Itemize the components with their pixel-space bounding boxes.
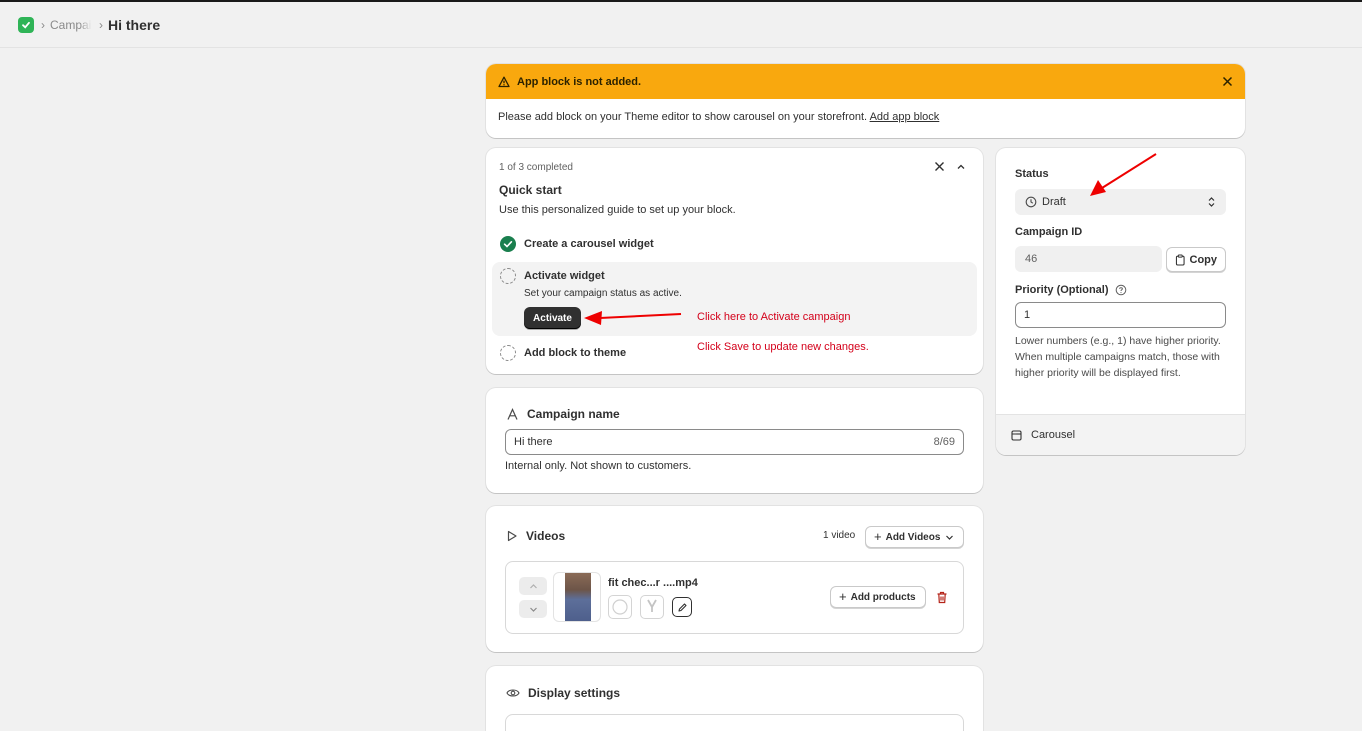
chevron-right-icon: ›	[99, 17, 103, 32]
banner-body: Please add block on your Theme editor to…	[486, 99, 1245, 135]
pending-circle-icon	[500, 345, 516, 361]
carousel-layout-icon	[1011, 429, 1022, 441]
status-sidebar-card: Status Draft Campaign ID 46 Copy Priorit…	[996, 148, 1245, 455]
page-title: Hi there	[108, 16, 161, 33]
priority-help: Lower numbers (e.g., 1) have higher prio…	[1015, 335, 1221, 379]
app-block-banner: App block is not added. Please add block…	[486, 64, 1245, 138]
step-activate-widget[interactable]: Activate widget	[500, 268, 605, 284]
video-count: 1 video	[823, 530, 856, 541]
videos-card: Videos 1 video + Add Videos fit chec...r…	[486, 506, 983, 652]
plus-icon: +	[874, 529, 882, 544]
activate-button[interactable]: Activate	[524, 307, 581, 329]
video-thumbnail[interactable]	[553, 572, 601, 622]
delete-trash-icon[interactable]	[936, 591, 948, 604]
play-icon	[507, 530, 517, 542]
quick-start-description: Use this personalized guide to set up yo…	[499, 204, 736, 216]
step-create-widget[interactable]: Create a carousel widget	[500, 236, 654, 252]
display-settings-panel	[505, 714, 964, 731]
add-products-label: Add products	[850, 591, 916, 603]
priority-input[interactable]: 1	[1015, 302, 1226, 328]
carousel-label: Carousel	[1031, 429, 1076, 441]
chevron-right-icon: ›	[41, 17, 45, 32]
campaign-name-help: Internal only. Not shown to customers.	[505, 460, 692, 472]
step-add-block[interactable]: Add block to theme	[500, 345, 626, 361]
copy-label: Copy	[1189, 253, 1218, 266]
add-videos-label: Add Videos	[885, 531, 941, 543]
status-value: Draft	[1042, 196, 1066, 208]
breadcrumb-parent[interactable]: Campaigns	[50, 18, 92, 32]
display-settings-header: Display settings	[506, 686, 620, 700]
banner-header: App block is not added.	[486, 64, 1245, 99]
priority-label: Priority (Optional)	[1015, 284, 1109, 296]
chevron-down-icon	[529, 607, 537, 612]
display-settings-label: Display settings	[528, 686, 621, 700]
status-label: Status	[1015, 168, 1049, 180]
close-icon[interactable]	[1222, 76, 1233, 87]
add-products-button[interactable]: + Add products	[830, 586, 926, 608]
activate-annotation: Click here to Activate campaign	[697, 311, 851, 323]
progress-text: 1 of 3 completed	[499, 162, 573, 173]
campaign-name-label: Campaign name	[527, 407, 620, 421]
status-select[interactable]: Draft	[1015, 189, 1226, 215]
top-bar: › Campaigns › Hi there	[0, 0, 1362, 48]
select-chevron-icon	[1207, 196, 1216, 208]
eye-icon	[506, 689, 520, 697]
quick-start-title: Quick start	[499, 183, 562, 197]
campaign-name-value: Hi there	[514, 436, 553, 448]
edit-pencil-icon[interactable]	[672, 597, 692, 617]
campaign-id-label: Campaign ID	[1015, 226, 1083, 238]
step-label: Add block to theme	[524, 347, 627, 359]
chevron-down-icon	[946, 535, 954, 540]
product-placeholder-icon[interactable]	[608, 595, 632, 619]
quick-start-card: 1 of 3 completed Quick start Use this pe…	[486, 148, 983, 374]
clock-icon	[1025, 196, 1037, 208]
banner-message: Please add block on your Theme editor to…	[498, 111, 868, 123]
product-thumbnail-icon[interactable]	[640, 595, 664, 619]
video-filename: fit chec...r ....mp4	[608, 577, 698, 589]
campaign-id-field: 46	[1015, 246, 1162, 272]
display-settings-card: Display settings	[486, 666, 983, 731]
video-list-item: fit chec...r ....mp4 + Add products	[505, 561, 964, 634]
character-count: 8/69	[933, 436, 955, 448]
priority-value: 1	[1024, 309, 1031, 321]
save-annotation: Click Save to update new changes.	[697, 341, 869, 353]
add-app-block-link[interactable]: Add app block	[870, 111, 940, 123]
campaign-name-card: Campaign name Hi there 8/69 Internal onl…	[486, 388, 983, 493]
step-label: Activate widget	[524, 270, 605, 282]
carousel-footer[interactable]: Carousel	[996, 414, 1245, 455]
step-subtext: Set your campaign status as active.	[524, 288, 682, 299]
videos-header: Videos	[506, 529, 565, 543]
step-label: Create a carousel widget	[524, 238, 654, 250]
plus-icon: +	[839, 589, 847, 604]
warning-icon	[498, 76, 510, 88]
campaign-name-header: Campaign name	[506, 407, 620, 421]
move-up-button[interactable]	[519, 577, 547, 595]
add-videos-button[interactable]: + Add Videos	[865, 526, 964, 548]
banner-title: App block is not added.	[517, 75, 642, 88]
pending-circle-icon	[500, 268, 516, 284]
priority-label-row: Priority (Optional)	[1015, 284, 1127, 296]
chevron-up-icon	[529, 583, 537, 588]
campaign-name-input[interactable]: Hi there 8/69	[505, 429, 964, 455]
video-thumbnail-image	[565, 573, 591, 621]
app-logo-icon[interactable]	[18, 16, 34, 33]
videos-label: Videos	[526, 529, 566, 543]
chevron-up-icon[interactable]	[956, 162, 966, 172]
clipboard-icon	[1175, 254, 1185, 265]
help-question-icon[interactable]	[1115, 284, 1127, 296]
text-font-icon	[507, 407, 518, 420]
copy-button[interactable]: Copy	[1166, 247, 1226, 272]
dismiss-close-icon[interactable]	[934, 161, 945, 172]
move-down-button[interactable]	[519, 600, 547, 618]
campaign-id-value: 46	[1025, 253, 1038, 265]
check-circle-icon	[500, 236, 516, 252]
